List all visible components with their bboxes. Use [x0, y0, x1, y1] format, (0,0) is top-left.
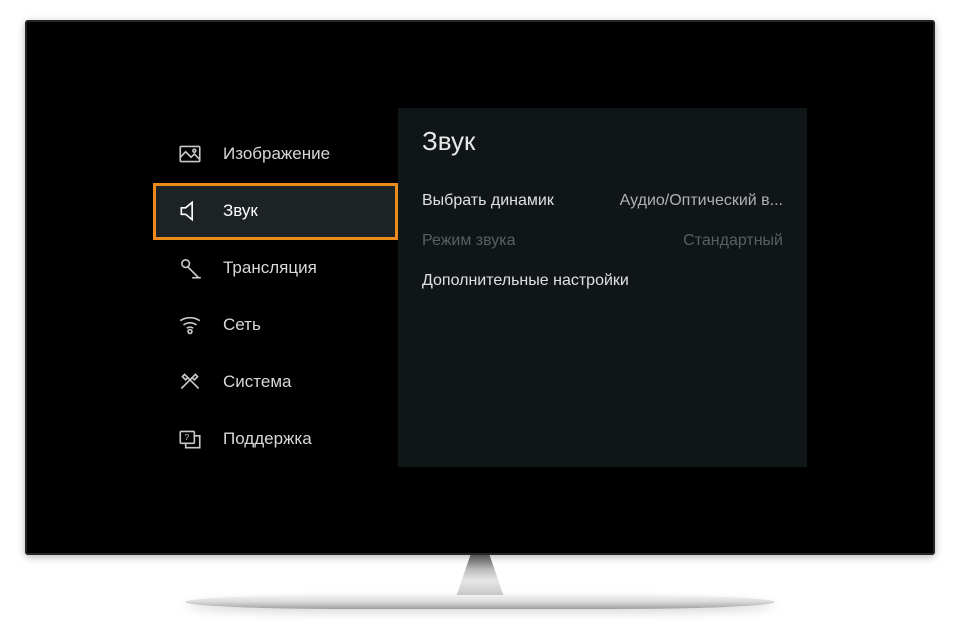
sidebar-item-label: Звук — [223, 201, 258, 221]
sidebar-item-broadcast[interactable]: Трансляция — [153, 240, 398, 297]
sidebar-item-label: Поддержка — [223, 429, 312, 449]
sidebar-item-system[interactable]: Система — [153, 353, 398, 410]
setting-row-advanced[interactable]: Дополнительные настройки — [422, 261, 783, 301]
network-icon — [177, 312, 203, 338]
setting-label: Выбрать динамик — [422, 192, 554, 210]
sidebar-item-sound[interactable]: Звук — [153, 183, 398, 240]
system-icon — [177, 369, 203, 395]
tv-bezel: Изображение Звук — [25, 20, 935, 555]
support-icon: ? — [177, 426, 203, 452]
tv-stand — [0, 555, 960, 625]
sidebar-item-label: Сеть — [223, 315, 261, 335]
svg-text:?: ? — [184, 432, 189, 442]
broadcast-icon — [177, 255, 203, 281]
picture-icon — [177, 141, 203, 167]
content-title: Звук — [422, 126, 783, 157]
sidebar-item-label: Система — [223, 372, 291, 392]
setting-label: Режим звука — [422, 232, 516, 250]
setting-value: Аудио/Оптический в... — [620, 192, 783, 210]
stand-neck — [456, 555, 504, 597]
settings-content: Звук Выбрать динамик Аудио/Оптический в.… — [398, 108, 807, 467]
tv-screen: Изображение Звук — [33, 28, 927, 547]
setting-value: Стандартный — [683, 232, 783, 250]
setting-row-sound-mode: Режим звука Стандартный — [422, 221, 783, 261]
sidebar-item-network[interactable]: Сеть — [153, 297, 398, 354]
settings-sidebar: Изображение Звук — [153, 108, 398, 467]
sidebar-item-picture[interactable]: Изображение — [153, 126, 398, 183]
sidebar-item-support[interactable]: ? Поддержка — [153, 410, 398, 467]
sidebar-item-label: Изображение — [223, 144, 330, 164]
sound-icon — [177, 198, 203, 224]
setting-label: Дополнительные настройки — [422, 272, 629, 290]
stand-base — [185, 595, 775, 609]
setting-row-speaker[interactable]: Выбрать динамик Аудио/Оптический в... — [422, 181, 783, 221]
sidebar-item-label: Трансляция — [223, 258, 317, 278]
settings-panel: Изображение Звук — [153, 108, 807, 467]
